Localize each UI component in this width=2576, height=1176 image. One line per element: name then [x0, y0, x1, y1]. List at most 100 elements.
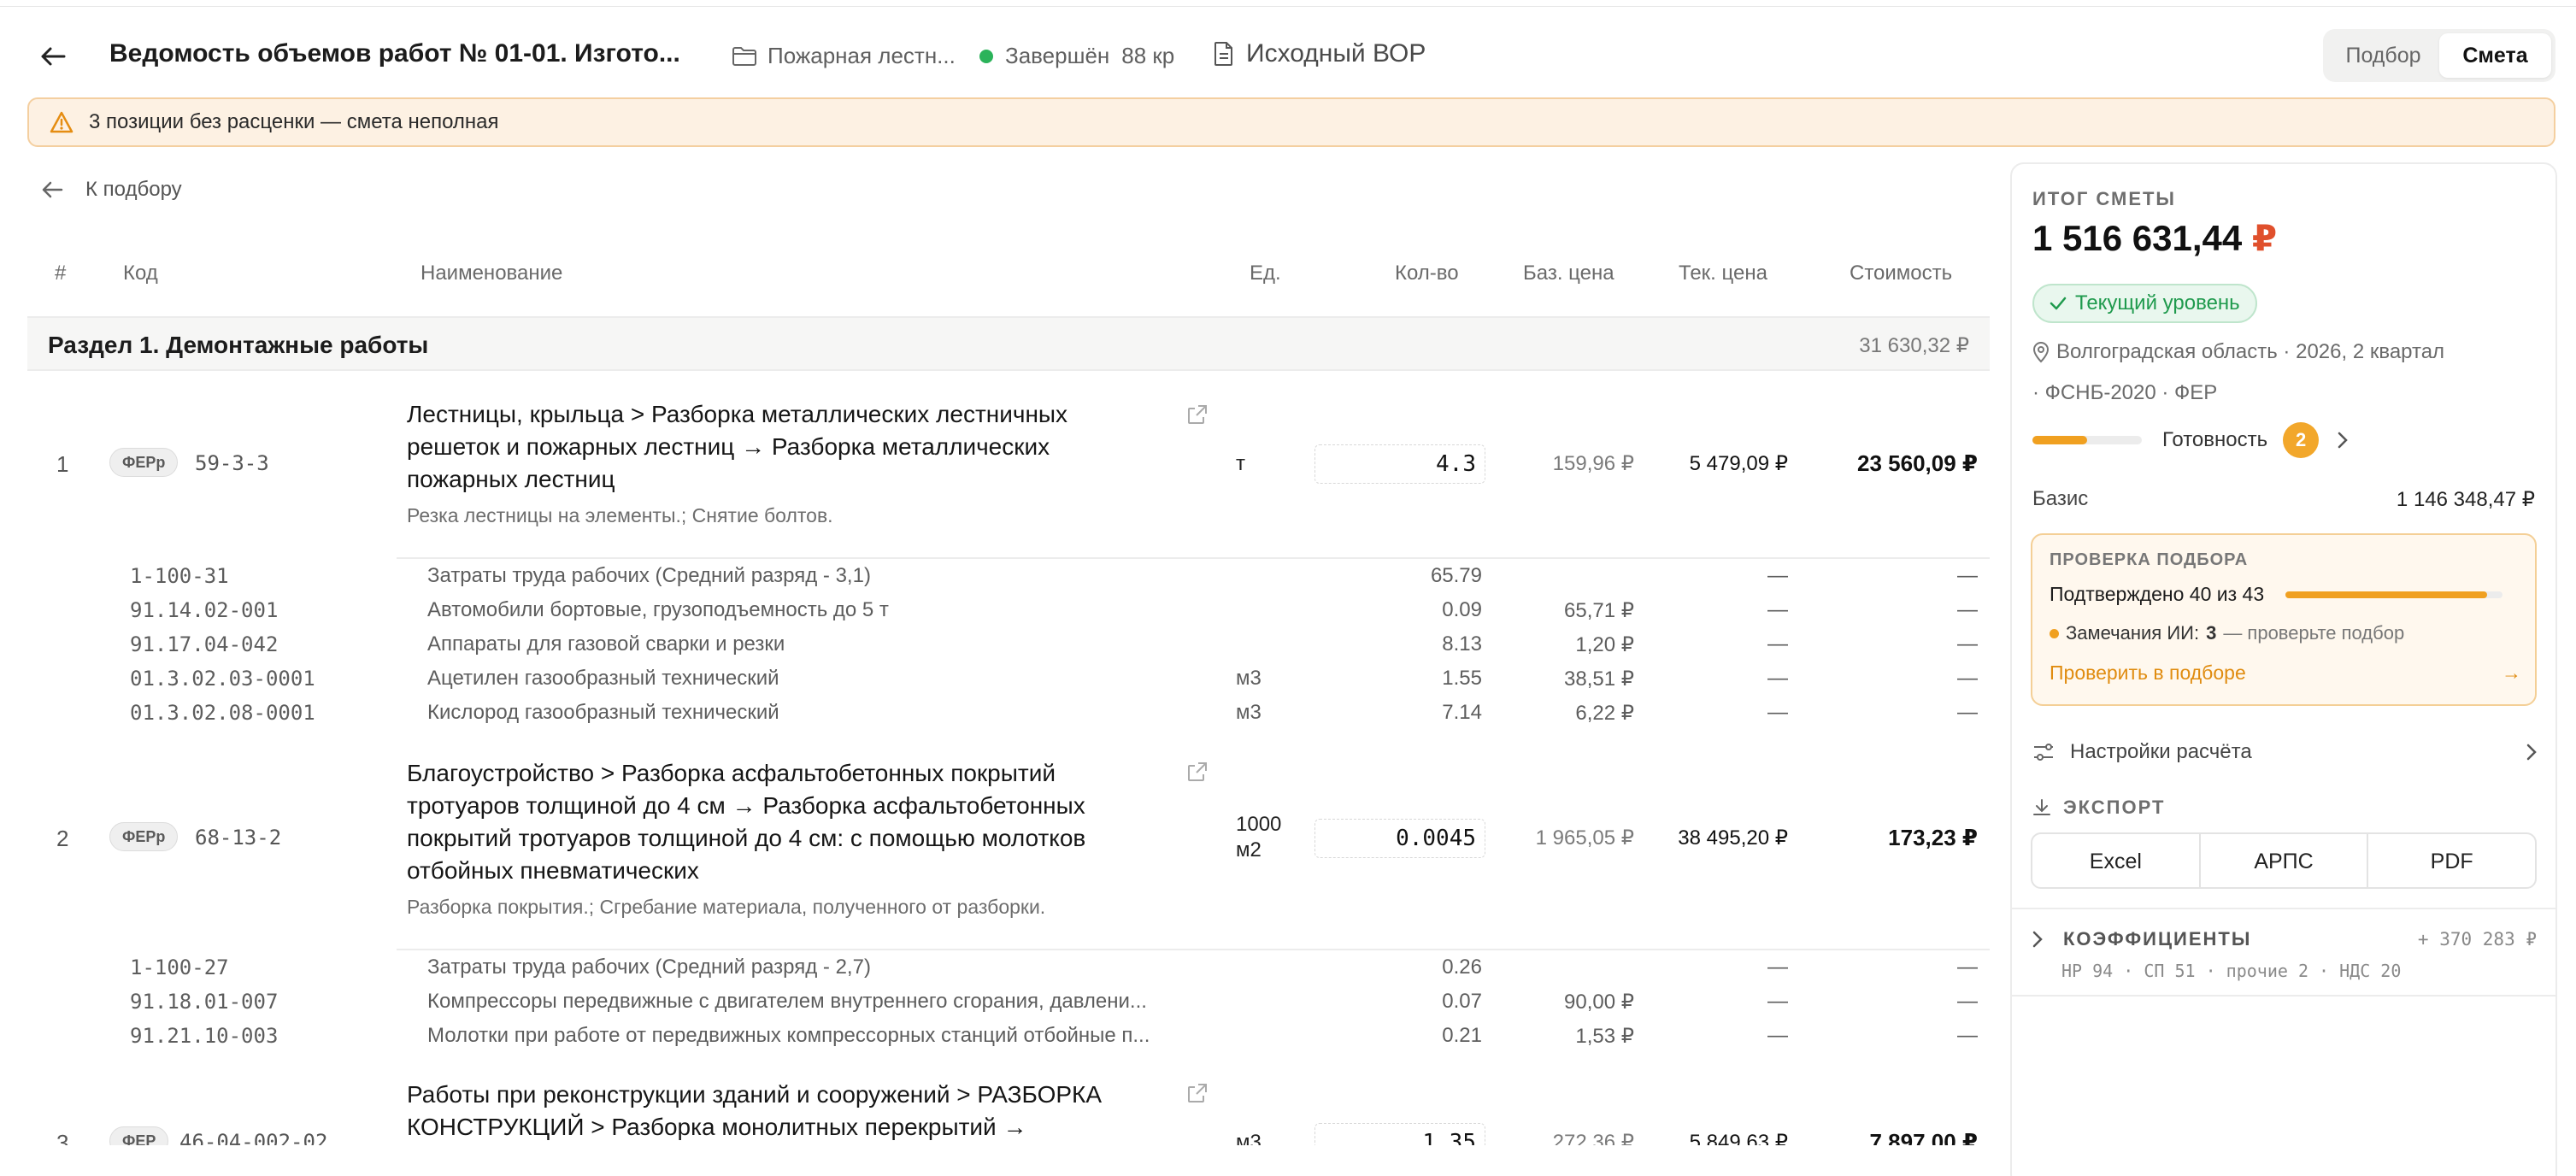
tab-podbor[interactable]: Подбор	[2327, 33, 2439, 78]
chevron-right-icon	[2338, 432, 2348, 449]
confirmed-text: Подтверждено 40 из 43	[2050, 583, 2265, 605]
sub-cost: —	[1957, 956, 1978, 979]
sub-cur: —	[1767, 1024, 1788, 1047]
basis-value: 1 146 348,47 ₽	[2396, 488, 2535, 511]
check-in-selection-link[interactable]: Проверить в подборе →	[2050, 662, 2521, 685]
item-cost: 173,23 ₽	[1888, 825, 1978, 850]
qty-input[interactable]: 1.35	[1314, 1123, 1485, 1145]
sub-base: 1,20 ₽	[1575, 633, 1634, 656]
sub-cur: —	[1767, 667, 1788, 690]
back-to-selection-label: К подбору	[85, 178, 182, 201]
item-code: 46-04-002-02	[179, 1130, 328, 1145]
status-dot-icon	[979, 49, 993, 63]
sub-qty: 0.26	[1442, 956, 1482, 979]
col-header-unit: Ед.	[1250, 262, 1281, 285]
sub-name: Автомобили бортовые, грузоподъемность до…	[427, 598, 889, 621]
sub-cur: —	[1767, 701, 1788, 724]
readiness-count: 2	[2283, 422, 2320, 458]
panel-divider	[2012, 995, 2555, 997]
sub-name: Затраты труда рабочих (Средний разряд - …	[427, 956, 871, 979]
coefficients-toggle[interactable]: КОЭФФИЦИЕНТЫ + 370 283 ₽	[2032, 928, 2537, 950]
sub-code: 91.21.10-003	[130, 1024, 279, 1048]
base-price: 1 965,05 ₽	[1535, 826, 1634, 850]
sub-cur: —	[1767, 598, 1788, 621]
current-price: 38 495,20 ₽	[1678, 826, 1788, 850]
item-cost: 23 560,09 ₽	[1857, 450, 1978, 476]
price-level-badge: Текущий уровень	[2032, 284, 2257, 323]
back-arrow-icon[interactable]	[38, 38, 68, 75]
qty-input[interactable]: 0.0045	[1314, 819, 1485, 858]
external-link-icon[interactable]	[1186, 1082, 1209, 1104]
col-header-code: Код	[123, 262, 158, 285]
section-row[interactable]: Раздел 1. Демонтажные работы 31 630,32 ₽	[27, 316, 1990, 371]
export-header: ЭКСПОРТ	[2032, 797, 2165, 819]
sub-cur: —	[1767, 956, 1788, 979]
export-arps-button[interactable]: АРПС	[2201, 834, 2369, 887]
status-indicator: Завершён 88 кр	[979, 43, 1174, 69]
coef-sum: + 370 283 ₽	[2417, 929, 2537, 950]
item-number: 2	[56, 826, 69, 851]
section-title: Раздел 1. Демонтажные работы	[48, 332, 429, 358]
summary-caption: ИТОГ СМЕТЫ	[2032, 188, 2176, 209]
col-header-qty: Кол-во	[1395, 262, 1459, 285]
item-name[interactable]: Лестницы, крыльца > Разборка металлическ…	[407, 398, 1067, 496]
back-to-selection-link[interactable]: К подбору	[41, 178, 182, 202]
readiness-bar-fill	[2032, 436, 2087, 444]
row-divider	[397, 557, 1990, 559]
export-buttons: Excel АРПС PDF	[2031, 832, 2537, 889]
sub-cost: —	[1957, 667, 1978, 690]
sub-cost: —	[1957, 564, 1978, 587]
download-icon	[2033, 799, 2050, 815]
document-icon	[1214, 42, 1232, 66]
external-link-icon[interactable]	[1186, 403, 1209, 426]
chevron-right-icon	[2526, 744, 2537, 761]
sub-code: 1-100-27	[130, 956, 229, 979]
sub-unit: м3	[1236, 667, 1262, 690]
document-title: Ведомость объемов работ № 01-01. Изгото.…	[109, 39, 680, 68]
sub-unit: м3	[1236, 701, 1262, 724]
folder-icon	[732, 46, 756, 66]
source-doc-link[interactable]: Исходный ВОР	[1214, 39, 1426, 68]
readiness-bar	[2032, 436, 2142, 444]
sub-cost: —	[1957, 1024, 1978, 1047]
sub-code: 1-100-31	[130, 564, 229, 588]
qty-input[interactable]: 4.3	[1314, 444, 1485, 484]
tab-smeta[interactable]: Смета	[2439, 33, 2551, 78]
col-header-cur-price: Тек. цена	[1679, 262, 1767, 285]
sub-qty: 7.14	[1442, 701, 1482, 724]
item-note: Разборка покрытия.; Сгребание материала,…	[407, 896, 1046, 918]
sub-name: Кислород газообразный технический	[427, 701, 779, 724]
chevron-right-icon	[2032, 931, 2043, 948]
sub-base: 90,00 ₽	[1564, 991, 1634, 1014]
readiness-row[interactable]: Готовность 2	[2032, 420, 2426, 460]
current-price: 5 479,09 ₽	[1689, 452, 1788, 475]
sub-cost: —	[1957, 632, 1978, 656]
sub-code: 91.17.04-042	[130, 632, 279, 656]
folder-link[interactable]: Пожарная лестн...	[732, 43, 956, 69]
calc-settings-row[interactable]: Настройки расчёта	[2032, 735, 2537, 769]
sub-qty: 65.79	[1430, 564, 1482, 587]
export-pdf-button[interactable]: PDF	[2368, 834, 2535, 887]
norm-badge: ФЕРр	[109, 448, 179, 477]
item-name[interactable]: Работы при реконструкции зданий и сооруж…	[407, 1079, 1102, 1144]
sub-qty: 0.09	[1442, 598, 1482, 621]
sub-base: 1,53 ₽	[1575, 1025, 1634, 1048]
col-header-name: Наименование	[421, 262, 563, 285]
item-code: 59-3-3	[195, 451, 269, 475]
basis-label: Базис	[2032, 487, 2089, 510]
warning-icon	[50, 111, 74, 133]
export-excel-button[interactable]: Excel	[2032, 834, 2201, 887]
base-price: 272,36 ₽	[1552, 1131, 1634, 1145]
sub-qty: 1.55	[1442, 667, 1482, 690]
calc-settings-label: Настройки расчёта	[2070, 740, 2252, 763]
sub-base: 38,51 ₽	[1564, 667, 1634, 691]
sub-name: Аппараты для газовой сварки и резки	[427, 632, 785, 656]
sub-name: Ацетилен газообразный технический	[427, 667, 779, 690]
external-link-icon[interactable]	[1186, 761, 1209, 783]
sub-base: 65,71 ₽	[1564, 599, 1634, 622]
item-name[interactable]: Благоустройство > Разборка асфальтобетон…	[407, 757, 1085, 887]
base-info: · ФСНБ-2020 · ФЕР	[2032, 381, 2218, 404]
col-header-num: #	[55, 262, 67, 285]
selection-check-card: ПРОВЕРКА ПОДБОРА Подтверждено 40 из 43 З…	[2031, 533, 2537, 706]
total-amount: 1 516 631,44 ₽	[2032, 218, 2278, 258]
